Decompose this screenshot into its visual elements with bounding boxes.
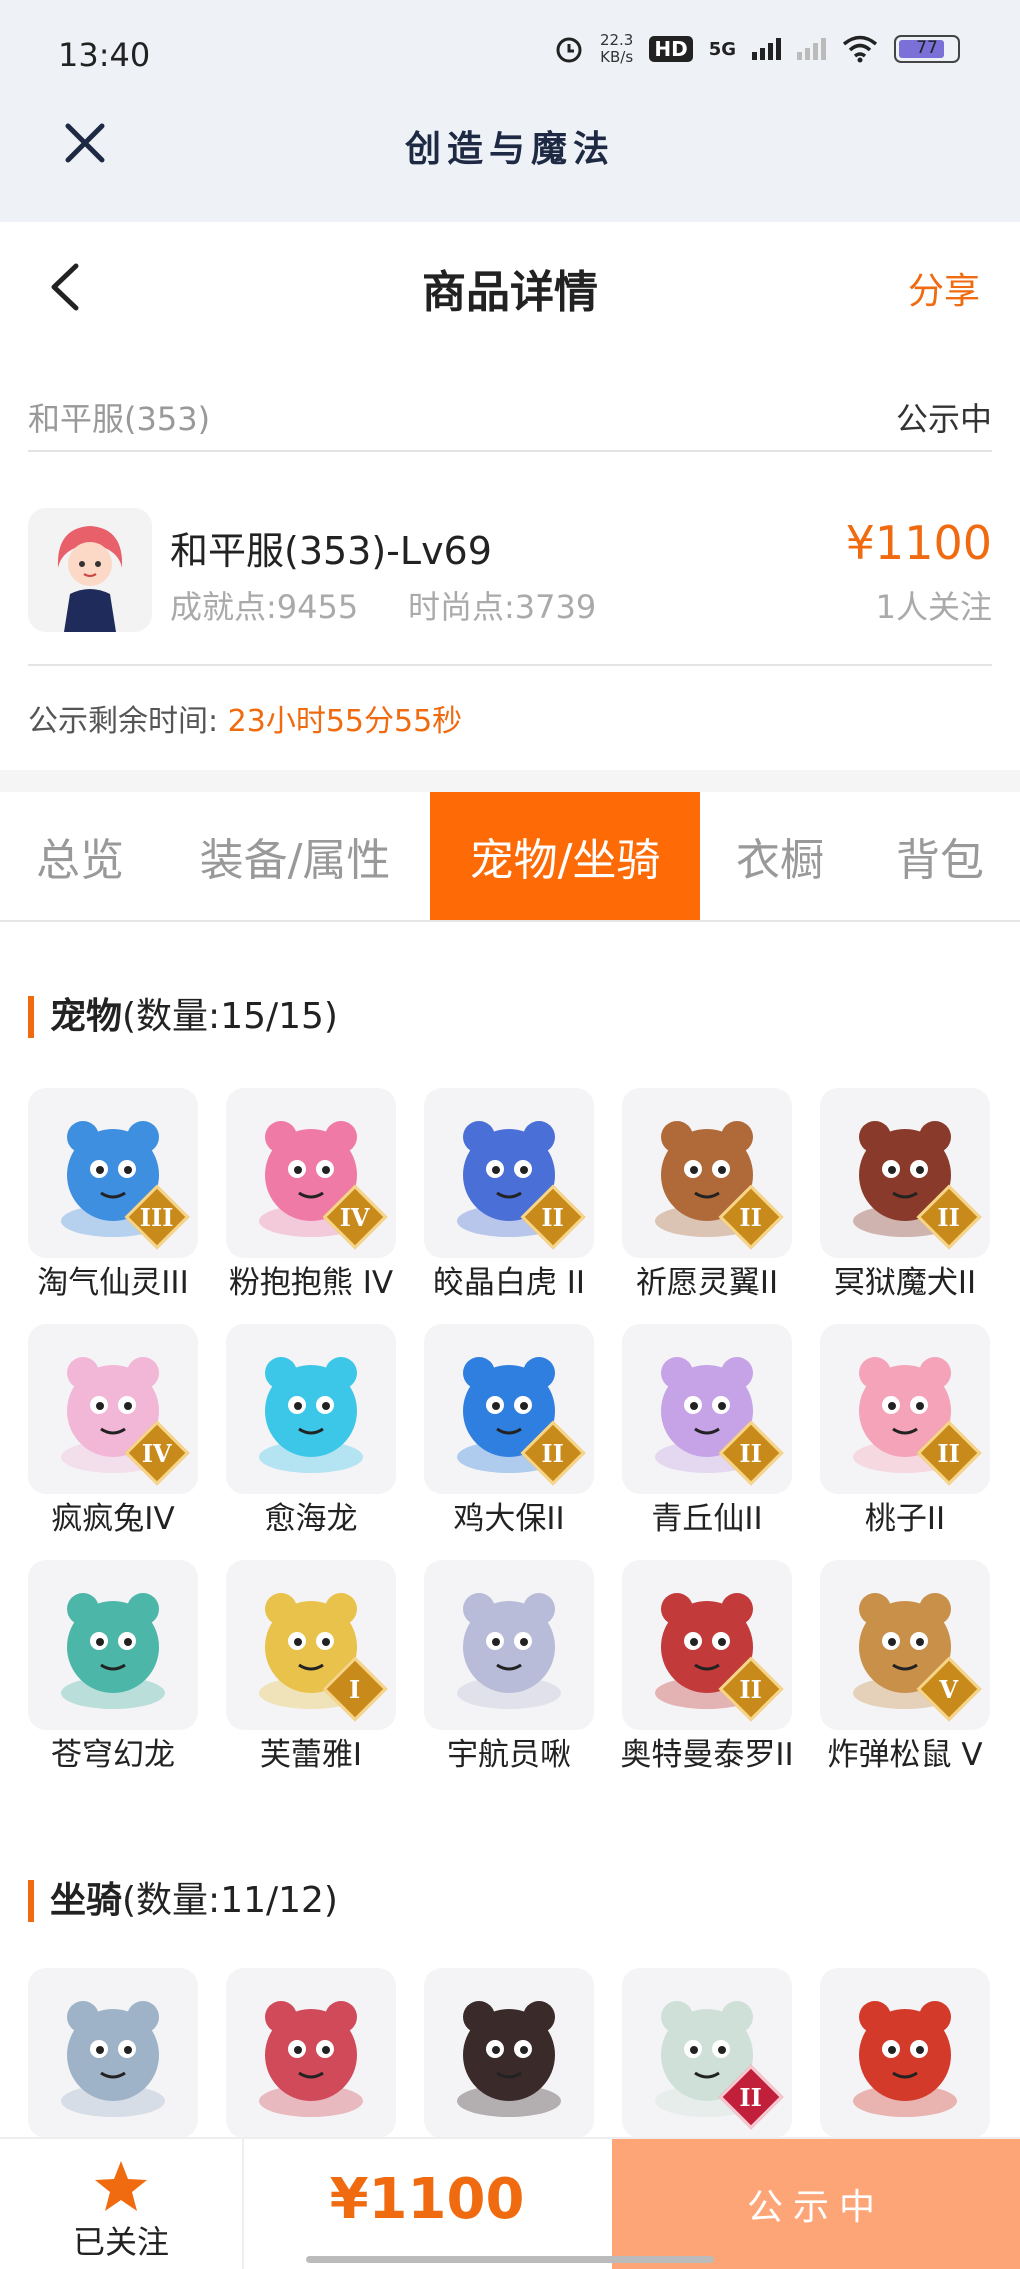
pet-item-name: 皎晶白虎 II	[432, 1265, 586, 1301]
tier-label: II	[739, 1438, 762, 1468]
alarm-icon	[556, 37, 582, 63]
pet-item-image: V	[820, 1560, 990, 1730]
character-avatar	[28, 508, 152, 632]
tier-label: II	[937, 1202, 960, 1232]
pet-item-name: 祈愿灵翼II	[635, 1265, 779, 1301]
pet-item-name: 愈海龙	[264, 1501, 358, 1537]
pet-item-image: II	[424, 1088, 594, 1258]
status-icons: 22.3 KB/s HD 5G 77	[554, 32, 960, 66]
server-name: 和平服(353)	[28, 400, 211, 438]
bottom-bar: 已关注 ¥1100 公示中	[0, 2137, 1020, 2269]
page-title: 商品详情	[422, 267, 598, 318]
pet-item-image: III	[28, 1088, 198, 1258]
pet-item-name: 桃子II	[864, 1501, 946, 1537]
tab-backpack[interactable]: 背包	[870, 792, 1010, 920]
tier-label: II	[739, 2082, 762, 2112]
tier-label: V	[939, 1674, 958, 1704]
star-icon	[95, 2161, 147, 2211]
pet-item-name: 鸡大保II	[453, 1501, 565, 1537]
pet-item-name: 粉抱抱熊 IV	[228, 1265, 394, 1301]
mounts-section-title: 坐骑(数量:11/12)	[28, 1880, 338, 1922]
signal-2-icon	[797, 38, 826, 60]
signal-icon	[752, 38, 781, 60]
tier-label: II	[739, 1202, 762, 1232]
character-name: 和平服(353)-Lv69	[170, 529, 492, 573]
pet-item-image: II	[622, 1560, 792, 1730]
page-header: 商品详情 分享	[0, 222, 1020, 350]
achievement-points: 成就点:9455	[170, 588, 359, 626]
status-time: 13:40	[58, 36, 151, 74]
server-row: 和平服(353) 公示中	[28, 370, 992, 452]
pet-item-name: 宇航员啾	[447, 1737, 571, 1773]
share-button[interactable]: 分享	[908, 262, 980, 314]
mount-item-image	[226, 1968, 396, 2138]
remaining-time-value: 23小时55分55秒	[227, 704, 463, 739]
network-type: 5G	[708, 38, 736, 60]
follow-label: 已关注	[72, 2223, 169, 2261]
tab-wardrobe[interactable]: 衣橱	[710, 792, 850, 920]
battery-icon: 77	[894, 35, 960, 63]
pet-item-name: 苍穹幻龙	[51, 1737, 175, 1773]
tab-equipment[interactable]: 装备/属性	[170, 792, 420, 920]
pet-item-name: 奥特曼泰罗II	[620, 1737, 794, 1773]
tier-label: III	[139, 1202, 174, 1232]
bottom-price: ¥1100	[329, 2167, 525, 2232]
character-price: ¥1100	[845, 516, 992, 570]
tab-pets-mounts[interactable]: 宠物/坐骑	[430, 792, 700, 920]
mount-item-image	[28, 1968, 198, 2138]
app-title: 创造与魔法	[404, 128, 615, 170]
wifi-icon	[842, 35, 878, 63]
status-bar: 13:40 22.3 KB/s HD 5G 77	[0, 0, 1020, 110]
tab-bar: 总览 装备/属性 宠物/坐骑 衣橱 背包	[0, 792, 1020, 922]
tier-label: II	[541, 1202, 564, 1232]
pet-item-name: 青丘仙II	[651, 1501, 763, 1537]
tab-overview[interactable]: 总览	[0, 792, 160, 920]
follow-button[interactable]: 已关注	[0, 2139, 244, 2269]
pet-item-image: I	[226, 1560, 396, 1730]
remaining-time-label: 公示剩余时间:	[28, 704, 219, 739]
tier-label: I	[349, 1674, 361, 1704]
tier-label: IV	[339, 1202, 370, 1232]
listing-state-button[interactable]: 公示中	[612, 2139, 1020, 2269]
tier-label: IV	[141, 1438, 172, 1468]
pet-item-image: II	[622, 1324, 792, 1494]
network-speed: 22.3 KB/s	[599, 31, 634, 66]
pet-item-image: II	[820, 1324, 990, 1494]
pet-item-image: IV	[28, 1324, 198, 1494]
pets-section-title: 宠物(数量:15/15)	[28, 996, 338, 1038]
mount-item-image	[424, 1968, 594, 2138]
pet-item-image	[226, 1324, 396, 1494]
pet-item-image	[424, 1560, 594, 1730]
pet-item-image: II	[820, 1088, 990, 1258]
hd-icon: HD	[649, 36, 693, 62]
home-indicator[interactable]	[306, 2256, 714, 2263]
follower-count: 1人关注	[875, 588, 992, 626]
pet-item-name: 疯疯兔IV	[51, 1501, 175, 1537]
pet-item-name: 芙蕾雅I	[259, 1737, 363, 1773]
mount-item-image	[820, 1968, 990, 2138]
pet-item-name: 炸弹松鼠 V	[827, 1737, 983, 1773]
pet-item-image: II	[424, 1324, 594, 1494]
remaining-time: 公示剩余时间: 23小时55分55秒	[28, 696, 462, 740]
tier-label: II	[739, 1674, 762, 1704]
tier-label: II	[937, 1438, 960, 1468]
tier-label: II	[541, 1438, 564, 1468]
fashion-points: 时尚点:3739	[408, 588, 597, 626]
mount-item-image: II	[622, 1968, 792, 2138]
pet-item-image: IV	[226, 1088, 396, 1258]
character-row[interactable]: 和平服(353)-Lv69 成就点:9455 时尚点:3739 ¥1100 1人…	[28, 480, 992, 666]
listing-state: 公示中	[895, 400, 992, 438]
pet-item-name: 淘气仙灵III	[37, 1265, 189, 1301]
pet-item-image	[28, 1560, 198, 1730]
section-divider	[0, 770, 1020, 792]
pet-item-name: 冥狱魔犬II	[833, 1265, 977, 1301]
pet-item-image: II	[622, 1088, 792, 1258]
app-header-zone: 13:40 22.3 KB/s HD 5G 77 创造与魔法	[0, 0, 1020, 222]
